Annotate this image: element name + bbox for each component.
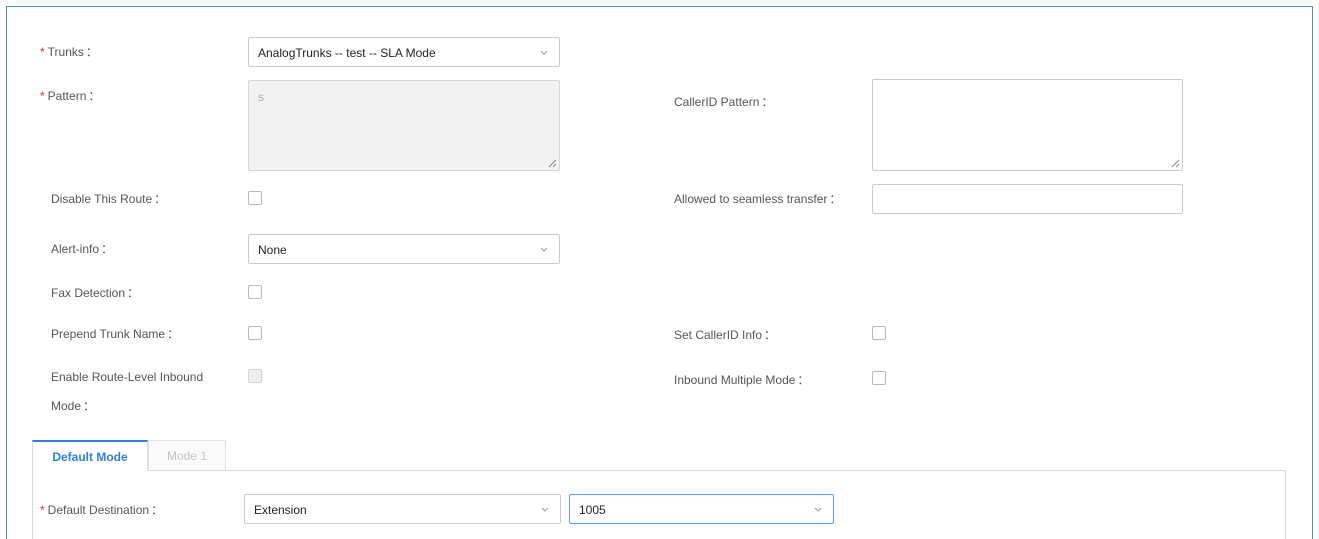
alert-info-select-value: None (258, 243, 287, 257)
set-callerid-info-label: Set CallerID Info： (674, 328, 777, 342)
fax-detection-checkbox[interactable] (248, 285, 262, 299)
default-destination-label: * Default Destination： (40, 503, 164, 517)
destination-target-select[interactable]: 1005 (569, 494, 834, 524)
pattern-textarea: s (248, 80, 560, 171)
trunks-label: * Trunks： (40, 45, 98, 59)
prepend-trunk-name-label: Prepend Trunk Name： (51, 327, 180, 341)
inbound-multiple-mode-label: Inbound Multiple Mode： (674, 373, 810, 387)
chevron-down-icon (541, 507, 549, 512)
alert-info-label: Alert-info： (51, 242, 114, 256)
tab-mode-1[interactable]: Mode 1 (148, 440, 226, 471)
inbound-multiple-mode-checkbox[interactable] (872, 371, 886, 385)
chevron-down-icon (540, 247, 548, 252)
destination-type-select[interactable]: Extension (244, 494, 561, 524)
pattern-placeholder: s (258, 90, 264, 104)
route-level-inbound-label: Enable Route-Level Inbound (51, 370, 204, 384)
callerid-pattern-label: CallerID Pattern： (674, 95, 774, 109)
tab-default-mode[interactable]: Default Mode (32, 440, 148, 471)
alert-info-select[interactable]: None (248, 234, 560, 264)
required-marker: * (40, 45, 45, 59)
set-callerid-info-checkbox[interactable] (872, 326, 886, 340)
resize-grip-icon (1171, 159, 1180, 168)
prepend-trunk-name-checkbox[interactable] (248, 326, 262, 340)
required-marker: * (40, 503, 45, 517)
required-marker: * (40, 89, 45, 103)
seamless-transfer-label: Allowed to seamless transfer： (674, 192, 842, 206)
destination-target-value: 1005 (579, 503, 606, 517)
resize-grip-icon (548, 159, 557, 168)
disable-route-checkbox[interactable] (248, 191, 262, 205)
fax-detection-label: Fax Detection： (51, 286, 140, 300)
seamless-transfer-input[interactable] (872, 184, 1183, 214)
route-level-inbound-label-line2: Mode： (51, 399, 96, 413)
pattern-label: * Pattern： (40, 89, 101, 103)
chevron-down-icon (814, 507, 822, 512)
destination-type-value: Extension (254, 503, 307, 517)
disable-route-label: Disable This Route： (51, 192, 167, 206)
trunks-select[interactable]: AnalogTrunks -- test -- SLA Mode (248, 37, 560, 67)
chevron-down-icon (540, 50, 548, 55)
callerid-pattern-textarea[interactable] (872, 79, 1183, 171)
route-level-inbound-checkbox (248, 369, 262, 383)
trunks-select-value: AnalogTrunks -- test -- SLA Mode (258, 46, 436, 60)
